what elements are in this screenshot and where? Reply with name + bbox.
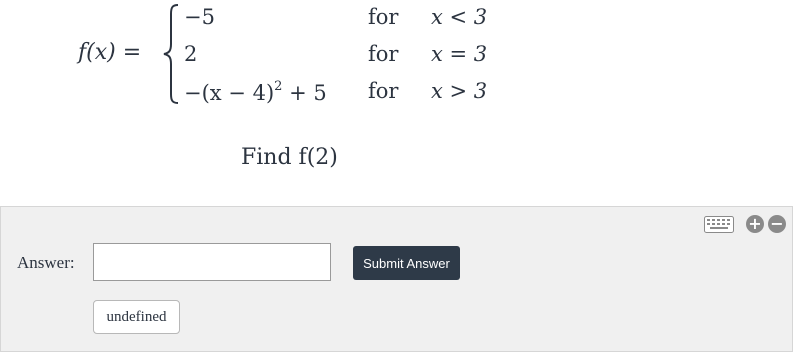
keyboard-icon[interactable] bbox=[704, 216, 734, 233]
case-1-value: −5 bbox=[184, 5, 215, 29]
function-lhs: f(x) = bbox=[78, 40, 142, 65]
case-3-value: −(x − 4)2 + 5 bbox=[184, 79, 327, 105]
case-2-value: 2 bbox=[184, 42, 198, 66]
question-prompt: Find f(2) bbox=[241, 145, 338, 170]
plus-circle-icon[interactable]: + bbox=[746, 215, 764, 233]
case-1-condition: x < 3 bbox=[431, 5, 488, 29]
case-3-value-suffix: + 5 bbox=[282, 81, 327, 105]
answer-panel: + − Answer: Submit Answer undefined bbox=[0, 206, 793, 352]
submit-answer-button[interactable]: Submit Answer bbox=[353, 246, 460, 280]
undefined-button[interactable]: undefined bbox=[93, 300, 180, 334]
answer-input[interactable] bbox=[93, 243, 331, 281]
case-3-value-prefix: −(x − 4) bbox=[184, 81, 275, 105]
left-brace bbox=[163, 4, 179, 104]
case-3-condition: x > 3 bbox=[431, 79, 488, 103]
case-1-keyword: for bbox=[368, 5, 399, 29]
minus-circle-icon[interactable]: − bbox=[768, 215, 786, 233]
case-3-keyword: for bbox=[368, 79, 399, 103]
problem-statement: f(x) = −5 for x < 3 2 for x = 3 −(x − 4)… bbox=[0, 0, 793, 206]
answer-label: Answer: bbox=[17, 253, 75, 272]
case-2-condition: x = 3 bbox=[431, 42, 488, 66]
case-2-keyword: for bbox=[368, 42, 399, 66]
